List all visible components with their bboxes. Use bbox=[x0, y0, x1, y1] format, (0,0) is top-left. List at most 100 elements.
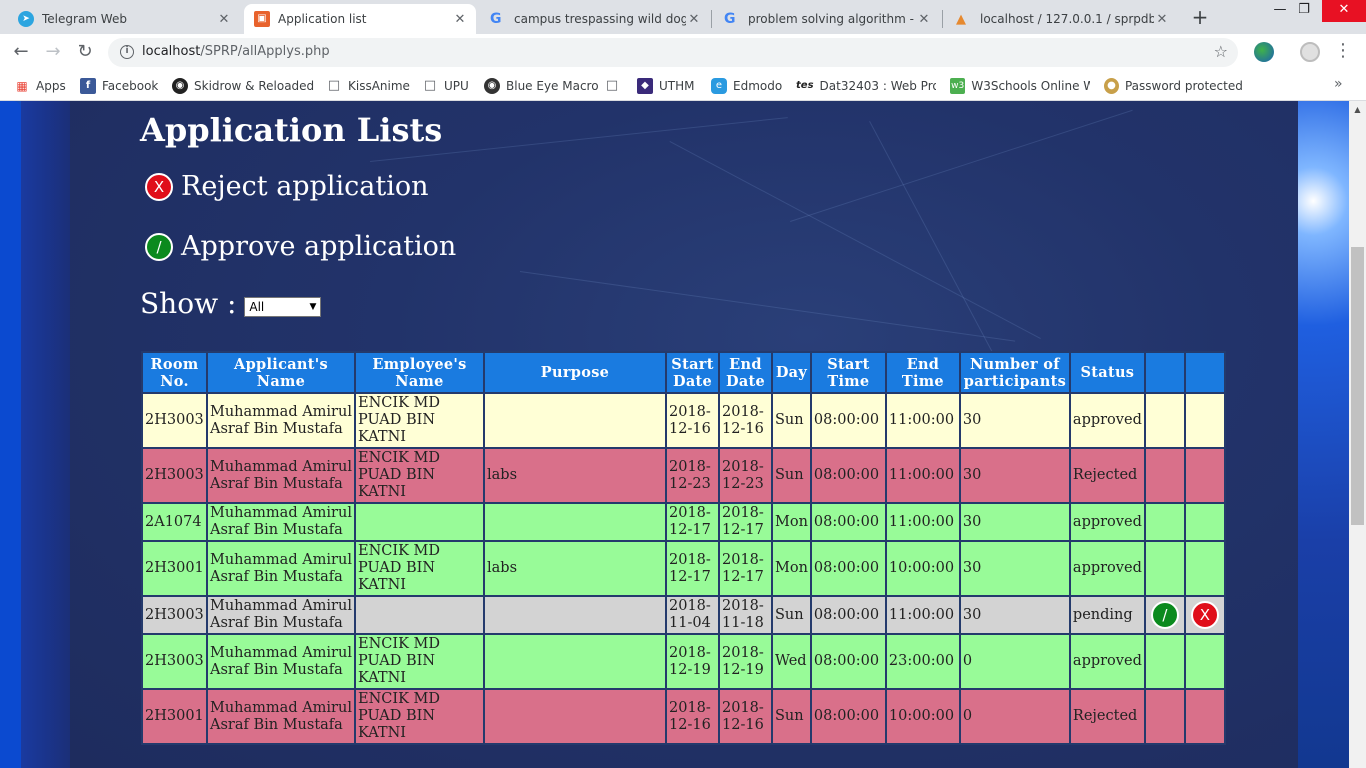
bookmark-w3schools[interactable]: w3 W3Schools Online W bbox=[950, 76, 1090, 96]
show-filter: Show : All ▼ bbox=[140, 287, 322, 320]
bookmark-apps[interactable]: ▦ Apps bbox=[14, 76, 65, 96]
close-icon[interactable]: ✕ bbox=[686, 12, 702, 27]
header-line: Status bbox=[1080, 364, 1135, 381]
cell-day: Mon bbox=[773, 504, 810, 540]
network-line bbox=[869, 121, 1011, 387]
header-line: No. bbox=[160, 372, 189, 390]
tab-title: campus trespassing wild dogs is bbox=[514, 12, 686, 26]
cell-status: approved bbox=[1070, 504, 1144, 540]
bookmark-blue-eye-macro[interactable]: ◉ Blue Eye Macro bbox=[484, 76, 599, 96]
show-selected-value: All bbox=[249, 299, 265, 314]
header-line: Date bbox=[725, 372, 766, 390]
bookmark-star-icon[interactable]: ☆ bbox=[1214, 42, 1228, 61]
cell-room: 2H3003 bbox=[143, 597, 206, 633]
browser-toolbar: ← → ↻ i localhost/SPRP/allApplys.php ☆ ⋮ bbox=[0, 34, 1366, 71]
cell-start-date: 2018-12-23 bbox=[667, 449, 718, 502]
close-window-button[interactable]: ✕ bbox=[1322, 0, 1366, 22]
scrollbar-thumb[interactable] bbox=[1351, 247, 1364, 525]
bookmark-label: Blue Eye Macro bbox=[506, 79, 599, 93]
table-row: 2H3003 Muhammad Amirul Asraf Bin Mustafa 2… bbox=[143, 597, 1224, 633]
cell-purpose bbox=[485, 690, 665, 743]
google-icon: G bbox=[490, 11, 502, 27]
bookmark-facebook[interactable]: f Facebook bbox=[80, 76, 158, 96]
back-button[interactable]: ← bbox=[8, 40, 34, 66]
close-icon[interactable]: ✕ bbox=[916, 12, 932, 27]
eye-icon: ◉ bbox=[484, 78, 500, 94]
forward-button[interactable]: → bbox=[40, 40, 66, 66]
cell-applicant: Muhammad Amirul Asraf Bin Mustafa bbox=[208, 449, 354, 502]
address-bar[interactable]: i localhost/SPRP/allApplys.php ☆ bbox=[108, 38, 1238, 67]
network-line bbox=[790, 109, 1133, 222]
cell-end-date: 2018-12-17 bbox=[720, 504, 771, 540]
header-line: Number of bbox=[970, 355, 1060, 373]
google-icon: G bbox=[724, 11, 736, 27]
extension-globe-icon[interactable] bbox=[1254, 42, 1274, 62]
cell-participants: 30 bbox=[960, 394, 1069, 447]
close-icon[interactable]: ✕ bbox=[216, 12, 232, 27]
bookmark-label: Edmodo bbox=[733, 79, 783, 93]
cell-approve-action: / bbox=[1145, 597, 1184, 633]
tab-algorithm-search[interactable]: G problem solving algorithm - Go ✕ bbox=[714, 4, 940, 34]
new-tab-button[interactable]: + bbox=[1188, 6, 1212, 30]
bookmark-uthm[interactable]: ◆ UTHM bbox=[637, 76, 695, 96]
bookmark-dat32403[interactable]: tes Dat32403 : Web Progr bbox=[796, 76, 936, 96]
url-text[interactable]: localhost/SPRP/allApplys.php bbox=[142, 44, 330, 59]
header-line: End bbox=[729, 355, 762, 373]
bookmark-label: UPU bbox=[444, 79, 469, 93]
cell-status: approved bbox=[1070, 635, 1144, 688]
cell-start-time: 08:00:00 bbox=[811, 597, 885, 633]
page-title: Application Lists bbox=[140, 111, 443, 149]
close-icon[interactable]: ✕ bbox=[1154, 12, 1170, 27]
tab-separator bbox=[942, 10, 943, 28]
close-icon[interactable]: ✕ bbox=[452, 12, 468, 27]
show-filter-select[interactable]: All ▼ bbox=[244, 296, 322, 317]
tab-campus-search[interactable]: G campus trespassing wild dogs is ✕ bbox=[480, 4, 710, 34]
tab-title: localhost / 127.0.0.1 / sprpdb / p bbox=[980, 12, 1154, 26]
cell-participants: 0 bbox=[960, 690, 1069, 743]
tab-phpmyadmin[interactable]: ▲ localhost / 127.0.0.1 / sprpdb / p ✕ bbox=[946, 4, 1178, 34]
bookmark-skidrow[interactable]: ◉ Skidrow & Reloaded bbox=[172, 76, 316, 96]
bookmark-password-protected[interactable]: ● Password protected p bbox=[1104, 76, 1246, 96]
bookmarks-overflow-chevron-icon[interactable]: » bbox=[1334, 76, 1343, 92]
cell-approve-action bbox=[1145, 449, 1184, 502]
tab-application-list[interactable]: ▣ Application list ✕ bbox=[244, 4, 476, 34]
cell-start-date: 2018-12-16 bbox=[667, 394, 718, 447]
cell-reject-action bbox=[1185, 394, 1224, 447]
cell-status: approved bbox=[1070, 542, 1144, 595]
cell-approve-action bbox=[1145, 635, 1184, 688]
menu-kebab-icon[interactable]: ⋮ bbox=[1334, 40, 1352, 61]
cell-approve-action bbox=[1145, 394, 1184, 447]
reject-button[interactable]: X bbox=[1190, 601, 1219, 629]
header-line: End bbox=[906, 355, 940, 373]
cell-day: Sun bbox=[773, 597, 810, 633]
scroll-up-arrow-icon[interactable]: ▲ bbox=[1349, 101, 1366, 118]
bookmark-kissanime[interactable]: □ KissAnime bbox=[326, 76, 410, 96]
bookmark-edmodo[interactable]: e Edmodo bbox=[711, 76, 782, 96]
approve-button[interactable]: / bbox=[1150, 601, 1179, 629]
approve-icon: / bbox=[145, 232, 173, 261]
tab-telegram[interactable]: ➤ Telegram Web ✕ bbox=[8, 4, 240, 34]
bookmark-untitled[interactable]: □ bbox=[604, 76, 626, 96]
page-icon: □ bbox=[605, 78, 619, 93]
column-header: Start Date bbox=[667, 353, 718, 392]
cell-approve-action bbox=[1145, 690, 1184, 743]
column-header: Number of participants bbox=[960, 353, 1069, 392]
cell-status: pending bbox=[1070, 597, 1144, 633]
header-line: Start bbox=[671, 355, 714, 373]
profile-avatar-icon[interactable] bbox=[1300, 42, 1320, 62]
bookmark-upu[interactable]: □ UPU bbox=[422, 76, 469, 96]
info-icon[interactable]: i bbox=[120, 45, 134, 59]
header-line: Date bbox=[672, 372, 713, 390]
cell-applicant: Muhammad Amirul Asraf Bin Mustafa bbox=[208, 394, 354, 447]
restore-button[interactable]: ❐ bbox=[1282, 0, 1326, 22]
table-header-row: Room No. Applicant's Name Employee's Name P… bbox=[143, 353, 1224, 392]
tes-icon: tes bbox=[796, 80, 814, 91]
header-line: participants bbox=[963, 372, 1067, 390]
cell-room: 2H3003 bbox=[143, 394, 206, 447]
reload-button[interactable]: ↻ bbox=[72, 40, 98, 66]
approve-legend-label: Approve application bbox=[181, 231, 457, 262]
cell-employee: ENCIK MD PUAD BIN KATNI bbox=[356, 394, 483, 447]
applications-table: Room No. Applicant's Name Employee's Name P… bbox=[141, 351, 1226, 745]
cell-status: Rejected bbox=[1070, 690, 1144, 743]
page-scrollbar[interactable]: ▲ bbox=[1349, 101, 1366, 768]
